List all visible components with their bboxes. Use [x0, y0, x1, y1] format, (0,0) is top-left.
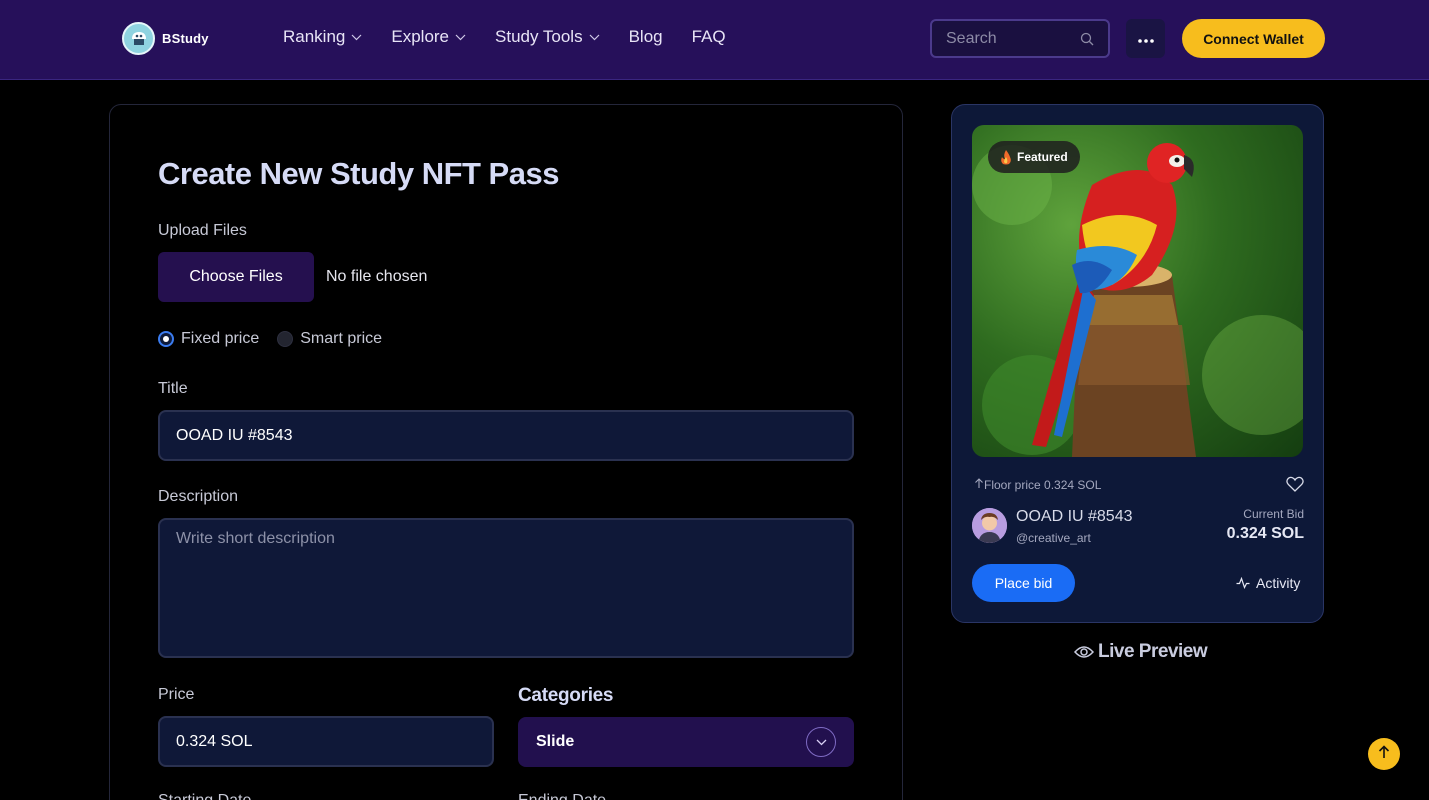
- main-nav: Ranking Explore Study Tools Blog FAQ: [283, 27, 755, 47]
- category-selected-value: Slide: [536, 733, 575, 750]
- category-select[interactable]: Slide: [518, 717, 854, 767]
- nav-item-study-tools[interactable]: Study Tools: [495, 27, 600, 47]
- more-options-button[interactable]: [1126, 19, 1165, 58]
- nav-item-faq[interactable]: FAQ: [692, 27, 726, 47]
- file-status-text: No file chosen: [326, 268, 428, 285]
- fixed-price-radio[interactable]: [158, 331, 174, 347]
- chevron-down-icon: [806, 727, 836, 757]
- nav-item-explore[interactable]: Explore: [391, 27, 466, 47]
- nav-label: Ranking: [283, 27, 346, 46]
- top-navbar: BStudy Ranking Explore Study Tools Blog …: [0, 0, 1429, 80]
- nav-item-blog[interactable]: Blog: [629, 27, 663, 47]
- smart-price-label[interactable]: Smart price: [300, 330, 382, 348]
- starting-date-label: Starting Date: [158, 792, 251, 800]
- activity-link[interactable]: Activity: [1236, 575, 1300, 591]
- page-title: Create New Study NFT Pass: [158, 156, 559, 191]
- current-bid-value: 0.324 SOL: [1226, 525, 1304, 542]
- floor-price: Floor price 0.324 SOL: [974, 478, 1101, 492]
- creator-handle[interactable]: @creative_art: [1016, 531, 1091, 545]
- nav-label: Explore: [391, 27, 450, 46]
- featured-badge: Featured: [988, 141, 1080, 173]
- chevron-down-icon: [351, 34, 362, 41]
- ending-date-label: Ending Date: [518, 792, 606, 800]
- search-icon[interactable]: [1080, 32, 1094, 46]
- eye-icon: [1074, 645, 1094, 659]
- nav-label: Study Tools: [495, 27, 583, 46]
- price-label: Price: [158, 686, 195, 703]
- fixed-price-label[interactable]: Fixed price: [181, 330, 259, 348]
- brand-logo[interactable]: BStudy: [122, 22, 209, 55]
- title-input[interactable]: [158, 410, 854, 461]
- chevron-down-icon: [589, 34, 600, 41]
- creator-avatar[interactable]: [972, 508, 1007, 543]
- arrow-up-icon: [1378, 744, 1390, 764]
- nav-label: FAQ: [691, 27, 726, 46]
- logo-icon: [122, 22, 155, 55]
- upload-files-label: Upload Files: [158, 222, 247, 239]
- brand-name: BStudy: [162, 31, 209, 46]
- activity-pulse-icon: [1236, 577, 1250, 589]
- floor-price-text: Floor price 0.324 SOL: [984, 478, 1102, 492]
- live-preview-label: Live Preview: [1098, 641, 1208, 662]
- chevron-down-icon: [455, 34, 466, 41]
- live-preview-heading: Live Preview: [1074, 641, 1208, 663]
- place-bid-button[interactable]: Place bid: [972, 564, 1075, 602]
- more-dots-icon: [1137, 30, 1154, 48]
- search-input[interactable]: [932, 29, 1072, 48]
- choose-files-button[interactable]: Choose Files: [158, 252, 314, 302]
- description-textarea[interactable]: [158, 518, 854, 658]
- price-input[interactable]: [158, 716, 494, 767]
- heart-icon[interactable]: [1286, 476, 1304, 492]
- activity-label: Activity: [1256, 575, 1301, 591]
- price-type-radio-group: Fixed price Smart price: [158, 330, 382, 348]
- arrow-up-icon: [974, 478, 984, 492]
- nft-name: OOAD IU #8543: [1016, 508, 1133, 525]
- smart-price-radio[interactable]: [277, 331, 294, 347]
- description-label: Description: [158, 488, 239, 505]
- connect-wallet-button[interactable]: Connect Wallet: [1182, 19, 1325, 58]
- title-label: Title: [158, 380, 188, 397]
- current-bid-label: Current Bid: [1243, 507, 1304, 521]
- scroll-to-top-button[interactable]: [1368, 738, 1400, 770]
- nft-image[interactable]: [972, 125, 1303, 457]
- nav-label: Blog: [628, 27, 663, 46]
- nav-item-ranking[interactable]: Ranking: [283, 27, 362, 47]
- search-box: [930, 19, 1110, 58]
- fire-icon: [1000, 149, 1012, 165]
- featured-label: Featured: [1017, 150, 1068, 164]
- categories-heading: Categories: [518, 685, 614, 706]
